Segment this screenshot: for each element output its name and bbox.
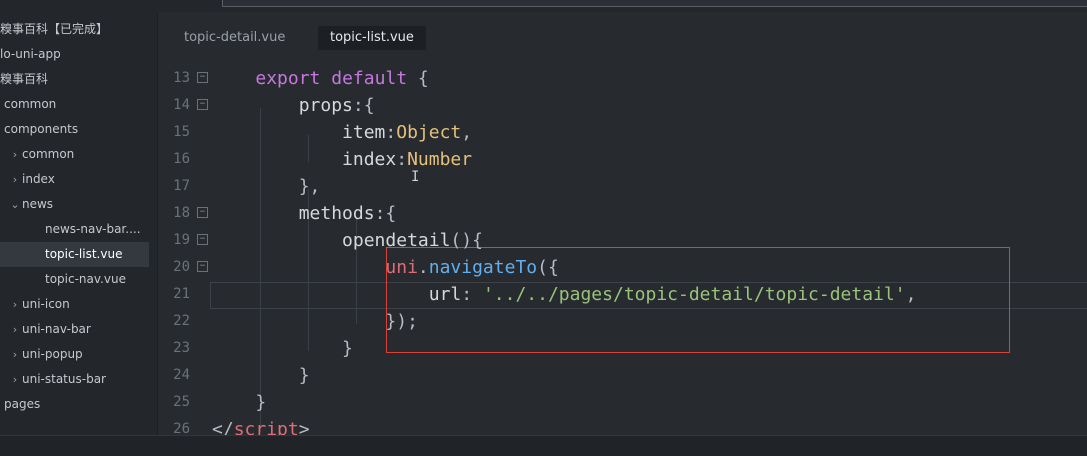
tree-item-label: uni-popup (22, 347, 83, 361)
tree-item-label: news-nav-bar.... (45, 222, 141, 236)
code-line[interactable]: 22 }); (158, 308, 1087, 335)
project-tree: 糗事百科【已完成】 lo-uni-app 糗事百科 common components ›… (0, 12, 157, 435)
chevron-right-icon[interactable]: › (8, 167, 22, 192)
code-line[interactable]: 18− methods:{ (158, 200, 1087, 227)
chevron-right-icon[interactable]: › (8, 367, 22, 392)
editor-tabs: topic-detail.vue topic-list.vue (158, 12, 1087, 54)
tree-item[interactable]: pages (0, 392, 157, 417)
code-text: export default { (255, 68, 429, 89)
code-line[interactable]: 20− uni.navigateTo({ (158, 254, 1087, 281)
code-line[interactable]: 26 </script> (158, 416, 1087, 435)
tree-item-label: 糗事百科【已完成】 (0, 22, 109, 36)
code-line[interactable]: 15 item:Object, (158, 119, 1087, 146)
tab-topic-detail-vue[interactable]: topic-detail.vue (172, 26, 297, 50)
code-text: url: '../../pages/topic-detail/topic-det… (212, 284, 917, 305)
tree-item[interactable]: › uni-status-bar (0, 367, 157, 392)
line-number: 23 (173, 340, 190, 356)
code-line[interactable]: 19− opendetail(){ (158, 227, 1087, 254)
line-number: 18 (173, 205, 190, 221)
status-bar (0, 435, 1087, 456)
tree-item[interactable]: › uni-icon (0, 292, 157, 317)
tree-item[interactable]: common (0, 92, 157, 117)
line-number: 15 (173, 124, 190, 140)
tree-item[interactable]: topic-nav.vue (0, 267, 157, 292)
chevron-right-icon[interactable]: › (8, 317, 22, 342)
chevron-right-icon[interactable]: › (8, 142, 22, 167)
code-text: methods:{ (212, 203, 397, 224)
tree-item-label: lo-uni-app (0, 47, 61, 61)
code-text: </script> (212, 419, 310, 435)
tree-item[interactable]: › index (0, 167, 157, 192)
tree-item[interactable]: news-nav-bar.... (0, 217, 157, 242)
code-line[interactable]: 21 url: '../../pages/topic-detail/topic-… (158, 281, 1087, 308)
line-number: 19 (173, 232, 190, 248)
code-text: } (212, 338, 353, 359)
code-text: uni.navigateTo({ (385, 257, 559, 278)
tree-item[interactable]: topic-list.vue (0, 242, 149, 267)
tree-item[interactable]: ⌄ news (0, 192, 157, 217)
line-number: 25 (173, 394, 190, 410)
tree-item[interactable]: components (0, 117, 157, 142)
tree-item-label: uni-nav-bar (22, 322, 91, 336)
code-line[interactable]: 23 } (158, 335, 1087, 362)
code-text: }, (212, 176, 321, 197)
fold-toggle-icon[interactable]: − (197, 72, 208, 83)
line-number: 17 (173, 178, 190, 194)
code-line[interactable]: 14− props:{ (158, 92, 1087, 119)
code-line[interactable]: 13− export default { (158, 65, 1087, 92)
line-number: 13 (173, 70, 190, 86)
tree-item-label: news (22, 197, 54, 211)
code-editor[interactable]: I 13− export default {14− props:{15 item… (158, 54, 1087, 435)
tree-item-label: topic-nav.vue (45, 272, 126, 286)
code-line[interactable]: 25 } (158, 389, 1087, 416)
tree-item[interactable]: › common (0, 142, 157, 167)
fold-toggle-icon[interactable]: − (197, 99, 208, 110)
code-line[interactable]: 16 index:Number (158, 146, 1087, 173)
tree-item[interactable]: 糗事百科 (0, 67, 157, 92)
tree-item[interactable]: › uni-popup (0, 342, 157, 367)
code-text: } (212, 392, 267, 413)
line-number: 26 (173, 421, 190, 435)
code-text: item:Object, (212, 122, 473, 143)
tree-item[interactable]: lo-uni-app (0, 42, 157, 67)
code-line[interactable]: 24 } (158, 362, 1087, 389)
tree-item-label: uni-status-bar (22, 372, 106, 386)
tab-topic-list-vue[interactable]: topic-list.vue (318, 26, 426, 50)
chevron-right-icon[interactable]: › (8, 342, 22, 367)
tree-item-label: index (22, 172, 55, 186)
tree-item-label: 糗事百科 (0, 72, 49, 86)
code-text: } (212, 365, 310, 386)
tree-item-label: common (4, 97, 57, 111)
tree-item-label: topic-list.vue (45, 247, 123, 261)
line-number: 14 (173, 97, 190, 113)
fold-toggle-icon[interactable]: − (197, 261, 208, 272)
line-number: 20 (173, 259, 190, 275)
code-text: opendetail(){ (212, 230, 483, 251)
fold-toggle-icon[interactable]: − (197, 234, 208, 245)
code-text: }); (212, 311, 418, 332)
tree-item-label: components (4, 122, 79, 136)
line-number: 21 (173, 286, 190, 302)
tree-item[interactable]: 糗事百科【已完成】 (0, 17, 157, 42)
code-line[interactable]: 17 }, (158, 173, 1087, 200)
fold-toggle-icon[interactable]: − (197, 207, 208, 218)
tree-item[interactable]: › uni-nav-bar (0, 317, 157, 342)
chevron-right-icon[interactable]: › (8, 292, 22, 317)
line-number: 16 (173, 151, 190, 167)
line-number: 24 (173, 367, 190, 383)
line-number: 22 (173, 313, 190, 329)
tree-item-label: pages (4, 397, 41, 411)
title-strip (0, 0, 1087, 12)
chevron-down-icon[interactable]: ⌄ (8, 192, 22, 217)
search-strip[interactable] (222, 0, 1087, 7)
tree-item-label: uni-icon (22, 297, 70, 311)
code-text: props:{ (212, 95, 375, 116)
tree-item-label: common (22, 147, 75, 161)
code-text: index:Number (212, 149, 473, 170)
